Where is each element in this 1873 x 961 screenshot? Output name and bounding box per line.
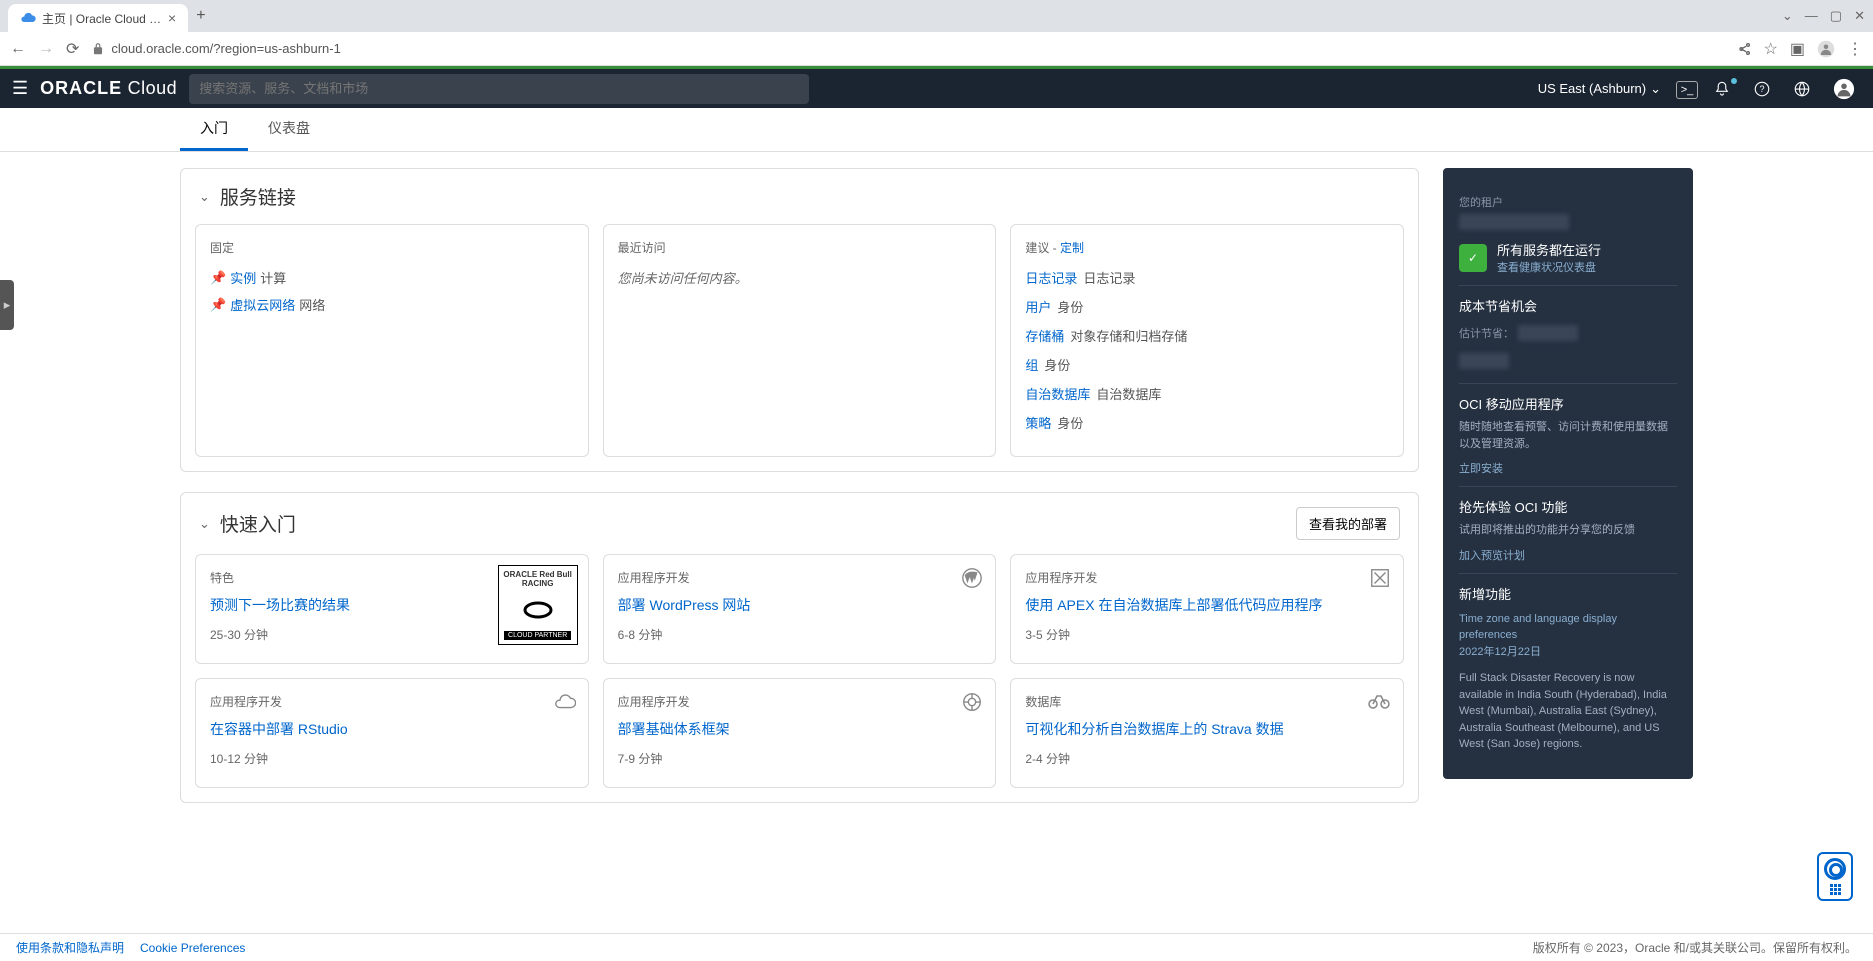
user-avatar-icon[interactable]: [1833, 78, 1861, 100]
pinned-item[interactable]: 📌 虚拟云网络 网络: [210, 295, 574, 314]
browser-toolbar: ← → ⟳ cloud.oracle.com/?region=us-ashbur…: [0, 32, 1873, 66]
minimize-icon[interactable]: —: [1805, 8, 1818, 24]
quickstart-card[interactable]: 应用程序开发 使用 APEX 在自治数据库上部署低代码应用程序 3-5 分钟: [1010, 554, 1404, 664]
pin-icon: 📌: [210, 270, 226, 286]
quickstart-card[interactable]: 数据库 可视化和分析自治数据库上的 Strava 数据 2-4 分钟: [1010, 678, 1404, 788]
tenant-name-blurred: [1459, 214, 1569, 230]
search-container: [189, 74, 809, 104]
quickstart-card[interactable]: 应用程序开发 部署 WordPress 网站 6-8 分钟: [603, 554, 997, 664]
preview-link[interactable]: 加入预览计划: [1459, 547, 1525, 563]
suggest-card: 建议 - 定制 日志记录日志记录 用户身份 存储桶对象存储和归档存储 组身份 自…: [1010, 224, 1404, 457]
view-deployments-button[interactable]: 查看我的部署: [1296, 507, 1400, 540]
hamburger-icon[interactable]: ☰: [12, 78, 28, 99]
chevron-down-icon[interactable]: ⌄: [199, 189, 210, 205]
url-text: cloud.oracle.com/?region=us-ashburn-1: [111, 41, 340, 56]
help-ring-icon: [1824, 858, 1846, 880]
panel-title: 服务链接: [220, 183, 296, 210]
reload-button[interactable]: ⟳: [66, 39, 79, 59]
share-icon[interactable]: [1736, 41, 1752, 57]
bookmark-icon[interactable]: ☆: [1764, 39, 1778, 59]
close-window-icon[interactable]: ✕: [1854, 8, 1865, 24]
help-icon[interactable]: ?: [1753, 80, 1781, 98]
apex-icon: [1369, 567, 1391, 589]
lock-icon: [91, 42, 105, 56]
main-content: ⌄ 服务链接 固定 📌 实例 计算 📌 虚拟云网络 网络: [0, 152, 1873, 953]
customize-link[interactable]: 定制: [1060, 241, 1084, 255]
suggest-item[interactable]: 日志记录日志记录: [1025, 268, 1389, 287]
pinned-card: 固定 📌 实例 计算 📌 虚拟云网络 网络: [195, 224, 589, 457]
globe-icon[interactable]: [1793, 80, 1821, 98]
suggest-item[interactable]: 存储桶对象存储和归档存储: [1025, 326, 1389, 345]
extensions-icon[interactable]: ▣: [1790, 39, 1805, 59]
tab-dashboard[interactable]: 仪表盘: [248, 108, 330, 151]
chevron-down-icon[interactable]: ⌄: [1782, 8, 1793, 24]
info-sidebar: 您的租户 ✓ 所有服务都在运行 查看健康状况仪表盘 成本节省机会 估计节省： O…: [1443, 168, 1693, 779]
suggest-item[interactable]: 自治数据库自治数据库: [1025, 384, 1389, 403]
tab-getting-started[interactable]: 入门: [180, 108, 248, 151]
page-footer: 使用条款和隐私声明 Cookie Preferences 版权所有 © 2023…: [0, 933, 1873, 961]
oracle-logo[interactable]: ORACLE Cloud: [40, 78, 177, 99]
recent-card: 最近访问 您尚未访问任何内容。: [603, 224, 997, 457]
bell-icon[interactable]: [1713, 80, 1741, 98]
pinned-item[interactable]: 📌 实例 计算: [210, 268, 574, 287]
back-button[interactable]: ←: [10, 40, 26, 58]
copyright: 版权所有 © 2023，Oracle 和/或其关联公司。保留所有权利。: [1533, 939, 1857, 956]
chevron-down-icon: ⌄: [1650, 81, 1661, 97]
svg-text:?: ?: [1759, 84, 1764, 94]
wordpress-icon: [961, 567, 983, 589]
quickstart-card[interactable]: 应用程序开发 部署基础体系框架 7-9 分钟: [603, 678, 997, 788]
cost-blurred: [1518, 325, 1578, 341]
quickstart-card[interactable]: 特色 预测下一场比赛的结果 25-30 分钟 ORACLE Red Bull R…: [195, 554, 589, 664]
browser-tab-bar: 主页 | Oracle Cloud Infrastr × + ⌄ — ▢ ✕: [0, 0, 1873, 32]
check-icon: ✓: [1459, 244, 1487, 272]
new-tab-button[interactable]: +: [196, 7, 205, 25]
pin-icon: 📌: [210, 297, 226, 313]
quickstart-panel: ⌄ 快速入门 查看我的部署 特色 预测下一场比赛的结果 25-30 分钟 ORA…: [180, 492, 1419, 803]
grid-icon: [1830, 884, 1841, 895]
maximize-icon[interactable]: ▢: [1830, 8, 1842, 24]
cloud-icon: [554, 691, 576, 713]
page-tabs: 入门 仪表盘: [0, 108, 1873, 152]
empty-state: 您尚未访问任何内容。: [618, 268, 982, 287]
close-icon[interactable]: ×: [168, 10, 176, 26]
app-header: ☰ ORACLE Cloud US East (Ashburn) ⌄ >_ ?: [0, 66, 1873, 108]
quickstart-card[interactable]: 应用程序开发 在容器中部署 RStudio 10-12 分钟: [195, 678, 589, 788]
bike-icon: [1367, 691, 1391, 709]
help-float-button[interactable]: [1817, 852, 1853, 901]
news-item[interactable]: Time zone and language display preferenc…: [1459, 611, 1677, 661]
service-links-panel: ⌄ 服务链接 固定 📌 实例 计算 📌 虚拟云网络 网络: [180, 168, 1419, 472]
browser-tab[interactable]: 主页 | Oracle Cloud Infrastr ×: [8, 4, 188, 32]
window-controls: ⌄ — ▢ ✕: [1782, 8, 1865, 24]
terraform-icon: [961, 691, 983, 713]
region-selector[interactable]: US East (Ashburn) ⌄: [1538, 81, 1661, 97]
collapse-handle[interactable]: ▸: [0, 280, 14, 330]
profile-icon[interactable]: [1817, 40, 1835, 58]
panel-title: 快速入门: [220, 510, 296, 537]
suggest-item[interactable]: 用户身份: [1025, 297, 1389, 316]
dev-tools-icon[interactable]: >_: [1673, 81, 1701, 96]
cost-blurred2: [1459, 353, 1509, 369]
status-indicator[interactable]: ✓ 所有服务都在运行 查看健康状况仪表盘: [1459, 240, 1677, 275]
cloud-icon: [20, 10, 36, 26]
redbull-logo: ORACLE Red Bull RACING CLOUD PARTNER: [498, 565, 578, 645]
terms-link[interactable]: 使用条款和隐私声明: [16, 939, 124, 956]
menu-icon[interactable]: ⋮: [1847, 39, 1863, 59]
install-link[interactable]: 立即安装: [1459, 460, 1503, 476]
chevron-down-icon[interactable]: ⌄: [199, 516, 210, 532]
cookie-link[interactable]: Cookie Preferences: [140, 941, 245, 955]
suggest-item[interactable]: 组身份: [1025, 355, 1389, 374]
suggest-item[interactable]: 策略身份: [1025, 413, 1389, 432]
search-input[interactable]: [189, 74, 809, 104]
forward-button: →: [38, 40, 54, 58]
tab-title: 主页 | Oracle Cloud Infrastr: [42, 10, 162, 27]
address-bar[interactable]: cloud.oracle.com/?region=us-ashburn-1: [91, 41, 1723, 56]
